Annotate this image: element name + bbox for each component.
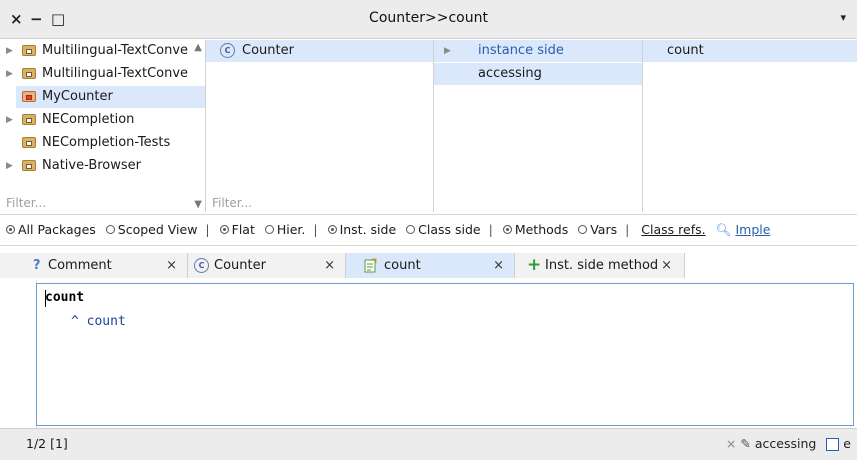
flat-radio[interactable]	[219, 225, 229, 234]
separator: |	[313, 222, 318, 237]
method-label: count	[667, 43, 704, 58]
inst-side-label[interactable]: Inst. side	[340, 222, 397, 237]
package-icon	[22, 160, 36, 171]
protocol-label: instance side	[478, 43, 564, 58]
scoped-view-radio[interactable]	[105, 225, 115, 234]
package-icon	[22, 137, 36, 148]
all-packages-radio[interactable]	[6, 225, 15, 234]
tab-comment[interactable]: ? Comment ×	[0, 253, 188, 278]
code-line: count	[45, 290, 85, 305]
tab-counter[interactable]: C Counter ×	[188, 253, 346, 278]
protocol-label: accessing	[478, 66, 542, 81]
tab-label: Inst. side method	[545, 258, 659, 273]
vars-label[interactable]: Vars	[590, 222, 617, 237]
scroll-down-icon[interactable]: ▼	[194, 199, 202, 210]
close-tab-icon[interactable]: ×	[661, 253, 672, 278]
title-bar: × − □ Counter>>count ▾	[0, 0, 857, 39]
window-title: Counter>>count	[369, 10, 488, 26]
class-side-label[interactable]: Class side	[418, 222, 480, 237]
package-item-selected[interactable]: MyCounter	[16, 86, 205, 108]
cursor-position: 1/2 [1]	[26, 436, 68, 451]
separator: |	[625, 222, 630, 237]
code-line: ^ count	[71, 314, 126, 329]
separator: |	[488, 222, 493, 237]
close-tab-icon[interactable]: ×	[493, 253, 504, 278]
class-label: Counter	[242, 43, 294, 58]
line-gutter	[0, 280, 37, 428]
package-icon	[22, 68, 36, 79]
extension-checkbox[interactable]	[826, 438, 840, 451]
hier-label[interactable]: Hier.	[277, 222, 306, 237]
editor-tabs: ? Comment × C Counter × count × + Inst. …	[0, 253, 857, 279]
search-icon[interactable]: 🔍︎	[716, 222, 732, 237]
package-label: Multilingual-TextConve	[42, 66, 189, 81]
expand-triangle-icon[interactable]: ▶	[6, 109, 13, 131]
package-filter-input[interactable]: Filter...	[6, 196, 46, 210]
package-label: NECompletion	[42, 112, 135, 127]
package-pane: ▶ Multilingual-TextConve ▶ Multilingual-…	[0, 40, 206, 212]
tab-label: Counter	[214, 258, 266, 273]
scope-toolbar: All Packages Scoped View | Flat Hier. | …	[0, 214, 857, 246]
class-refs-link[interactable]: Class refs.	[641, 222, 705, 237]
class-icon: C	[220, 40, 240, 62]
flat-label[interactable]: Flat	[232, 222, 255, 237]
scroll-up-icon[interactable]: ▲	[194, 42, 202, 53]
package-icon	[22, 91, 36, 102]
tab-inst-side-method[interactable]: + Inst. side method ×	[515, 253, 685, 278]
close-tab-icon[interactable]: ×	[166, 253, 177, 278]
expand-triangle-icon[interactable]: ▶	[6, 63, 13, 85]
class-pane: C Counter Filter...	[206, 40, 434, 212]
inst-side-radio[interactable]	[327, 225, 337, 234]
pencil-icon[interactable]: ✎	[740, 436, 750, 451]
package-item[interactable]: ▶ Native-Browser	[0, 155, 205, 177]
all-packages-label[interactable]: All Packages	[18, 222, 96, 237]
package-icon	[22, 45, 36, 56]
package-icon	[22, 114, 36, 125]
method-icon	[364, 257, 378, 278]
class-side-radio[interactable]	[406, 225, 416, 234]
tab-count[interactable]: count ×	[346, 253, 515, 278]
method-item-selected[interactable]: count	[643, 40, 857, 62]
class-item-selected[interactable]: C Counter	[206, 40, 433, 62]
hier-radio[interactable]	[264, 225, 274, 234]
class-icon: C	[194, 253, 214, 278]
package-item[interactable]: NECompletion-Tests	[0, 132, 205, 154]
scoped-view-label[interactable]: Scoped View	[118, 222, 198, 237]
methods-label[interactable]: Methods	[515, 222, 568, 237]
tab-label: count	[384, 258, 421, 273]
protocol-item-instance-side[interactable]: ▶ instance side	[434, 40, 642, 62]
package-label: Native-Browser	[42, 158, 141, 173]
expand-triangle-icon[interactable]: ▶	[6, 155, 13, 177]
question-icon: ?	[33, 258, 41, 273]
clear-icon[interactable]: ×	[726, 436, 736, 451]
implementors-link[interactable]: Imple	[735, 222, 770, 237]
package-label: Multilingual-TextConve	[42, 43, 189, 58]
status-right: × ✎ accessing e	[726, 429, 851, 459]
package-item[interactable]: ▶ NECompletion	[0, 109, 205, 131]
package-label: MyCounter	[42, 89, 113, 104]
protocol-pane: ▶ instance side accessing	[434, 40, 643, 212]
method-pane: count	[643, 40, 857, 212]
expand-triangle-icon[interactable]: ▶	[6, 40, 13, 62]
vars-radio[interactable]	[578, 225, 588, 234]
protocol-item-accessing[interactable]: accessing	[434, 63, 642, 85]
separator: |	[205, 222, 210, 237]
package-label: NECompletion-Tests	[42, 135, 171, 150]
package-item[interactable]: ▶ Multilingual-TextConve	[0, 63, 205, 85]
methods-radio[interactable]	[502, 225, 512, 234]
add-icon: +	[527, 255, 542, 275]
status-bar: 1/2 [1] × ✎ accessing e	[0, 428, 857, 460]
protocol-selector[interactable]: accessing	[755, 436, 816, 451]
expand-triangle-icon[interactable]: ▶	[444, 40, 451, 62]
package-item[interactable]: ▶ Multilingual-TextConve	[0, 40, 205, 62]
window-menu-button[interactable]: ▾	[840, 11, 846, 24]
close-tab-icon[interactable]: ×	[324, 253, 335, 278]
code-editor[interactable]: count ^ count	[36, 283, 854, 426]
tab-label: Comment	[48, 258, 112, 273]
class-filter-input[interactable]: Filter...	[212, 196, 252, 210]
extension-label: e	[843, 436, 851, 451]
